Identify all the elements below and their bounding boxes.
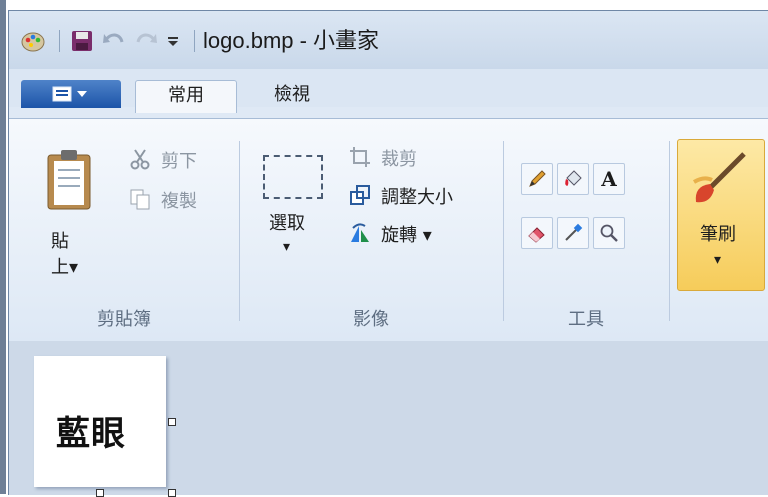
tab-home[interactable]: 常用: [135, 80, 237, 113]
paste-label: 貼: [51, 231, 69, 252]
paint-menu-icon: [52, 86, 87, 102]
tools-group: A 工具: [505, 119, 667, 341]
paint-menu-button[interactable]: [21, 80, 121, 108]
rotate-button[interactable]: 旋轉 ▾: [349, 221, 489, 247]
redo-icon[interactable]: [132, 27, 160, 55]
cut-label: 剪下: [161, 151, 197, 172]
resize-button[interactable]: 調整大小: [349, 183, 499, 209]
eraser-icon: [528, 227, 545, 243]
tools-group-label: 工具: [568, 309, 604, 330]
copy-button[interactable]: 複製: [129, 187, 229, 213]
text-tool[interactable]: A: [593, 163, 625, 195]
crop-icon: [350, 147, 370, 167]
clipboard-group: 貼 上▾ 剪下 複製 剪貼簿: [9, 119, 239, 341]
qat-separator: [59, 30, 60, 52]
magnifier-icon: [600, 224, 618, 242]
rotate-label: 旋轉 ▾: [381, 225, 432, 246]
magnifier-tool[interactable]: [593, 217, 625, 249]
image-group-label: 影像: [353, 309, 389, 330]
pencil-icon: [529, 170, 546, 187]
crop-label: 裁剪: [381, 149, 417, 170]
paste-label-dropdown: 上▾: [51, 257, 79, 278]
select-button[interactable]: 選取 ▾: [259, 141, 329, 301]
copy-label: 複製: [161, 191, 197, 212]
customize-qat-icon[interactable]: [164, 27, 182, 55]
clipboard-icon: [47, 150, 91, 210]
brushes-button[interactable]: 筆刷 ▾: [677, 139, 765, 291]
window-left-edge: [0, 0, 6, 494]
quick-access-toolbar: logo.bmp - 小畫家: [19, 25, 379, 57]
scissors-icon: [130, 149, 150, 170]
resize-handle-right[interactable]: [168, 418, 176, 426]
pencil-tool[interactable]: [521, 163, 553, 195]
ribbon-tab-row: 常用 檢視: [9, 69, 768, 113]
color-picker-icon: [565, 223, 583, 241]
drawing-canvas[interactable]: 藍眼: [34, 356, 166, 487]
select-marquee-icon: [263, 155, 323, 199]
brushes-dropdown-arrow: ▾: [714, 252, 722, 268]
group-separator: [669, 141, 670, 321]
title-bar: logo.bmp - 小畫家: [9, 11, 768, 69]
rotate-icon: [351, 223, 369, 242]
canvas-area: 藍眼: [9, 341, 768, 497]
brushes-label: 筆刷: [700, 224, 736, 245]
copy-icon: [130, 189, 150, 210]
eraser-tool[interactable]: [521, 217, 553, 249]
undo-icon[interactable]: [100, 27, 128, 55]
resize-handle-bottom[interactable]: [96, 489, 104, 497]
resize-label: 調整大小: [381, 187, 453, 208]
window-title: logo.bmp - 小畫家: [203, 28, 380, 53]
fill-icon: [565, 170, 582, 186]
group-separator: [503, 141, 504, 321]
tab-view[interactable]: 檢視: [257, 80, 327, 112]
resize-icon: [350, 185, 370, 205]
clipboard-group-label: 剪貼簿: [97, 309, 151, 330]
cut-button[interactable]: 剪下: [129, 147, 229, 173]
crop-button[interactable]: 裁剪: [349, 145, 489, 171]
image-group: 選取 ▾ 裁剪 調整大小 旋轉 ▾ 影像: [241, 119, 501, 341]
paste-button[interactable]: 貼 上▾: [39, 141, 99, 301]
canvas-text: 藍眼: [56, 414, 126, 454]
brush-icon: [692, 152, 746, 203]
color-picker-tool[interactable]: [557, 217, 589, 249]
title-separator: [194, 30, 195, 52]
paint-window: logo.bmp - 小畫家 常用 檢視 貼 上▾ 剪下 複製 剪貼簿 選取 ▾…: [8, 10, 768, 497]
paint-app-icon[interactable]: [19, 27, 47, 55]
resize-handle-corner[interactable]: [168, 489, 176, 497]
fill-tool[interactable]: [557, 163, 589, 195]
select-dropdown-arrow: ▾: [283, 239, 291, 255]
ribbon: 貼 上▾ 剪下 複製 剪貼簿 選取 ▾ 裁剪 調整大小 旋轉 ▾ 影像 A 工具…: [9, 118, 768, 342]
text-icon: A: [601, 167, 617, 191]
select-label: 選取: [269, 213, 305, 234]
group-separator: [239, 141, 240, 321]
save-icon[interactable]: [68, 27, 96, 55]
